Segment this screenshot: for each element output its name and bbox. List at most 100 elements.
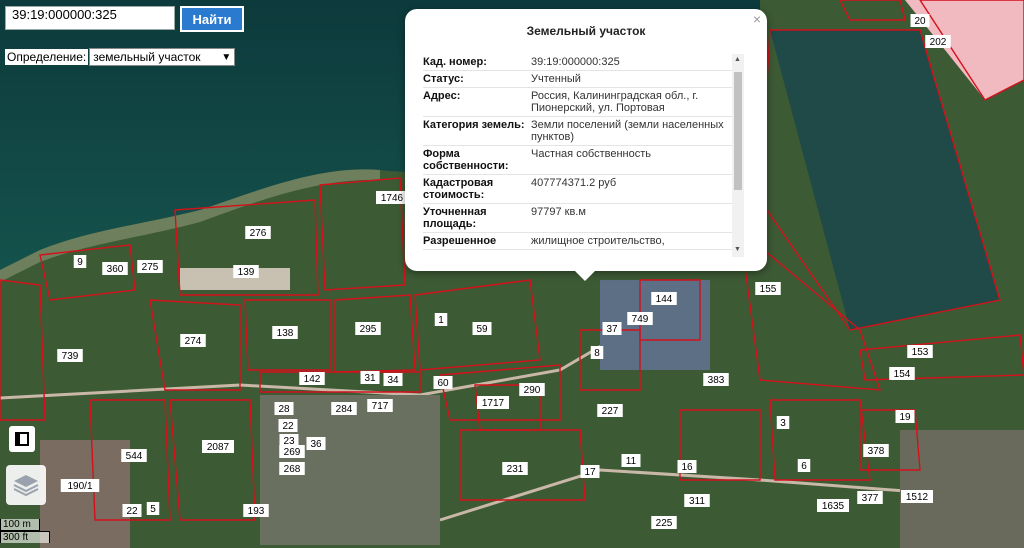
info-key: Кад. номер: bbox=[423, 56, 487, 68]
parcel-label[interactable]: 36 bbox=[310, 439, 322, 450]
parcel-label[interactable]: 360 bbox=[107, 264, 124, 275]
parcel-label[interactable]: 1 bbox=[438, 315, 444, 326]
info-key: Форма собственности: bbox=[423, 148, 509, 172]
layers-button[interactable] bbox=[9, 426, 35, 452]
parcel-label[interactable]: 276 bbox=[250, 228, 267, 239]
parcel-label[interactable]: 19 bbox=[899, 412, 911, 423]
info-key: Адрес: bbox=[423, 90, 461, 102]
bookmark-icon bbox=[15, 432, 29, 446]
info-row: Статус: Учтенный bbox=[423, 71, 735, 88]
layers-stack-icon bbox=[13, 475, 39, 497]
scale-metric: 100 m bbox=[0, 519, 40, 531]
info-value: 97797 кв.м bbox=[531, 206, 586, 218]
parcel-label[interactable]: 5 bbox=[150, 504, 156, 515]
info-key: Уточненная площадь: bbox=[423, 206, 487, 230]
popup-title: Земельный участок bbox=[526, 24, 646, 38]
info-value: 407774371.2 руб bbox=[531, 177, 617, 189]
parcel-label[interactable]: 274 bbox=[185, 336, 202, 347]
info-key: Разрешенное bbox=[423, 235, 497, 247]
parcel-label[interactable]: 22 bbox=[126, 506, 138, 517]
parcel-label[interactable]: 739 bbox=[62, 351, 79, 362]
parcel-label[interactable]: 16 bbox=[681, 462, 693, 473]
parcel-label[interactable]: 20 bbox=[914, 16, 926, 27]
parcel-label[interactable]: 202 bbox=[930, 37, 947, 48]
info-key: Кадастровая стоимость: bbox=[423, 177, 494, 201]
parcel-label[interactable]: 269 bbox=[284, 447, 301, 458]
parcel-label[interactable]: 17 bbox=[584, 467, 596, 478]
info-key: Категория земель: bbox=[423, 119, 525, 131]
parcel-label[interactable]: 383 bbox=[708, 375, 725, 386]
parcel-label[interactable]: 1512 bbox=[906, 492, 929, 503]
parcel-label[interactable]: 155 bbox=[760, 284, 777, 295]
scale-bar: 100 m 300 ft bbox=[0, 519, 50, 543]
parcel-label[interactable]: 378 bbox=[868, 446, 885, 457]
parcel-label[interactable]: 34 bbox=[387, 375, 399, 386]
parcel-label[interactable]: 225 bbox=[656, 518, 673, 529]
definition-control: Определение: земельный участок ▼ bbox=[5, 47, 236, 67]
basemap-switch-button[interactable] bbox=[6, 465, 46, 505]
parcel-label[interactable]: 3 bbox=[780, 418, 786, 429]
parcel-label[interactable]: 22 bbox=[282, 421, 294, 432]
parcel-label[interactable]: 9 bbox=[77, 257, 83, 268]
parcel-label[interactable]: 544 bbox=[126, 451, 143, 462]
parcel-label[interactable]: 1635 bbox=[822, 501, 845, 512]
info-table: Кад. номер: 39:19:000000:325 Статус: Учтен… bbox=[423, 54, 735, 250]
info-value: 39:19:000000:325 bbox=[531, 56, 620, 68]
parcel-label[interactable]: 28 bbox=[278, 404, 290, 415]
parcel-label[interactable]: 144 bbox=[656, 294, 673, 305]
parcel-label[interactable]: 193 bbox=[248, 506, 265, 517]
scroll-down-icon[interactable]: ▼ bbox=[734, 246, 741, 253]
parcel-label[interactable]: 60 bbox=[437, 378, 449, 389]
parcel-label[interactable]: 749 bbox=[632, 314, 649, 325]
parcel-label[interactable]: 8 bbox=[594, 348, 600, 359]
parcel-label[interactable]: 6 bbox=[801, 461, 807, 472]
parcel-label[interactable]: 2087 bbox=[207, 442, 230, 453]
parcel-label[interactable]: 290 bbox=[524, 385, 541, 396]
parcel-label[interactable]: 59 bbox=[476, 324, 488, 335]
scale-imperial: 300 ft bbox=[0, 531, 50, 543]
info-value: жилищное строительство, bbox=[531, 235, 665, 247]
parcel-label[interactable]: 231 bbox=[507, 464, 524, 475]
find-button[interactable]: Найти bbox=[180, 6, 244, 32]
cadastral-search-input[interactable]: 39:19:000000:325 bbox=[5, 6, 175, 30]
info-row: Уточненная площадь: 97797 кв.м bbox=[423, 204, 735, 233]
parcel-label[interactable]: 377 bbox=[862, 493, 879, 504]
parcel-label[interactable]: 1717 bbox=[482, 398, 505, 409]
parcel-label[interactable]: 275 bbox=[142, 262, 159, 273]
parcel-label[interactable]: 154 bbox=[894, 369, 911, 380]
info-row: Форма собственности: Частная собственност… bbox=[423, 146, 735, 175]
residential-area bbox=[40, 440, 130, 548]
parcel-label[interactable]: 284 bbox=[336, 404, 353, 415]
info-row: Кад. номер: 39:19:000000:325 bbox=[423, 54, 735, 71]
info-row: Разрешенное жилищное строительство, bbox=[423, 233, 735, 250]
info-value: Учтенный bbox=[531, 73, 581, 85]
info-row: Категория земель: Земли поселений (земли … bbox=[423, 117, 735, 146]
parcel-label[interactable]: 153 bbox=[912, 347, 929, 358]
parcel-label[interactable]: 142 bbox=[304, 374, 321, 385]
parcel-label[interactable]: 138 bbox=[277, 328, 294, 339]
scroll-up-icon[interactable]: ▲ bbox=[734, 56, 741, 63]
info-value: Россия, Калининградская обл., г. Пионерс… bbox=[531, 90, 699, 114]
definition-select[interactable]: земельный участок ▼ bbox=[89, 48, 236, 66]
definition-label: Определение: bbox=[5, 49, 89, 65]
info-value: Частная собственность bbox=[531, 148, 652, 160]
info-key: Статус: bbox=[423, 73, 464, 85]
parcel-label[interactable]: 311 bbox=[689, 496, 705, 507]
parcel-label[interactable]: 717 bbox=[372, 401, 389, 412]
parcel-label[interactable]: 1746 bbox=[381, 193, 404, 204]
parcel-info-popup: Земельный участок × Кад. номер: 39:19:000… bbox=[405, 9, 767, 281]
parcel-label[interactable]: 268 bbox=[284, 464, 301, 475]
parcel-label[interactable]: 37 bbox=[606, 324, 618, 335]
definition-selected: земельный участок bbox=[93, 50, 201, 64]
popup-scroll-thumb[interactable] bbox=[734, 72, 742, 190]
parcel-label[interactable]: 190/1 bbox=[67, 481, 92, 492]
parcel-label[interactable]: 11 bbox=[626, 456, 637, 467]
chevron-down-icon: ▼ bbox=[221, 51, 232, 63]
close-icon[interactable]: × bbox=[753, 11, 761, 27]
info-row: Кадастровая стоимость: 407774371.2 руб bbox=[423, 175, 735, 204]
parcel-label[interactable]: 295 bbox=[360, 324, 377, 335]
parcel-label[interactable]: 227 bbox=[602, 406, 619, 417]
parcel-label[interactable]: 31 bbox=[364, 373, 376, 384]
info-row: Адрес: Россия, Калининградская обл., г. П… bbox=[423, 88, 735, 117]
parcel-label[interactable]: 139 bbox=[238, 267, 255, 278]
